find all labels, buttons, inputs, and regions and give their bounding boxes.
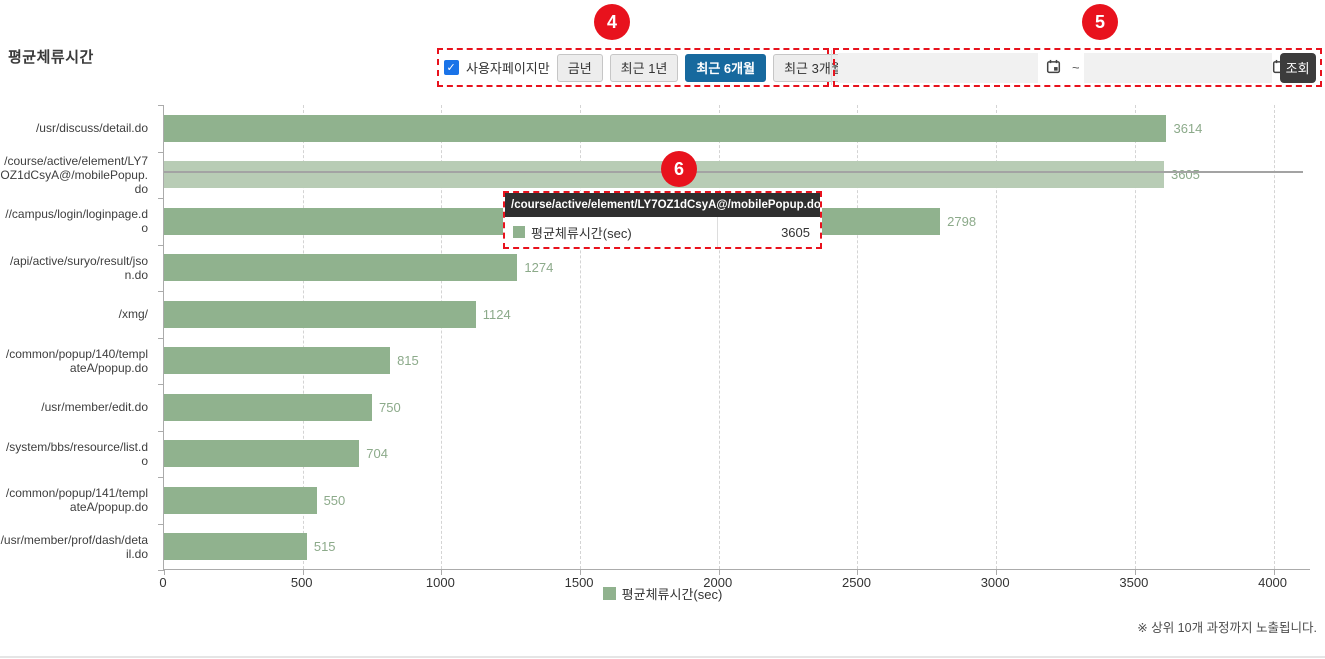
bar-value-label: 550 (324, 493, 346, 508)
tooltip-series-cell: 평균체류시간(sec) (505, 223, 717, 242)
category-label: //campus/login/loginpage.do (0, 198, 154, 245)
y-axis-tick (158, 105, 164, 106)
bottom-divider (0, 656, 1325, 658)
dwell-time-dashboard: 평균체류시간 사용자페이지만 금년 최근 1년 최근 6개월 최근 3개월 (0, 0, 1325, 659)
page-title: 평균체류시간 (8, 46, 94, 67)
tooltip-body: 평균체류시간(sec) 3605 (505, 217, 820, 247)
bar-7[interactable] (164, 440, 359, 467)
bar-value-label: 1124 (483, 307, 511, 322)
bar-value-label: 515 (314, 539, 336, 554)
category-label: /api/active/suryo/result/json.do (0, 245, 154, 292)
start-date-input[interactable] (838, 53, 1038, 83)
category-label: /course/active/element/LY7OZ1dCsyA@/mobi… (0, 152, 154, 199)
bar-4[interactable] (164, 301, 476, 328)
y-axis-tick (158, 338, 164, 339)
bar-6[interactable] (164, 394, 372, 421)
search-button[interactable]: 조회 (1280, 53, 1316, 83)
annotation-badge-5: 5 (1082, 4, 1118, 40)
y-axis-tick (158, 152, 164, 153)
category-label: /system/bbs/resource/list.do (0, 431, 154, 478)
y-axis-tick (158, 291, 164, 292)
bar-8[interactable] (164, 487, 317, 514)
end-date-input[interactable] (1084, 53, 1272, 83)
filter-button-last-1-year[interactable]: 최근 1년 (610, 54, 679, 82)
crosshair-line (164, 171, 1303, 173)
tooltip-title: /course/active/element/LY7OZ1dCsyA@/mobi… (505, 193, 820, 217)
toolbar-divider (831, 50, 832, 85)
start-date-calendar-button[interactable] (1038, 53, 1068, 83)
bar-value-label: 3605 (1171, 167, 1200, 182)
filter-button-last-6-months[interactable]: 최근 6개월 (685, 54, 766, 82)
bar-value-label: 750 (379, 400, 401, 415)
calendar-icon (1046, 59, 1061, 77)
y-axis-tick (158, 431, 164, 432)
category-label: /xmg/ (0, 291, 154, 338)
date-range-separator: ~ (1072, 60, 1080, 75)
legend-swatch (603, 587, 616, 600)
y-axis-tick (158, 384, 164, 385)
annotation-badge-4: 4 (594, 4, 630, 40)
bar-3[interactable] (164, 254, 517, 281)
category-label: /usr/member/edit.do (0, 384, 154, 431)
top10-footnote: ※ 상위 10개 과정까지 노출됩니다. (1137, 617, 1317, 636)
gridline-4000 (1274, 105, 1275, 569)
user-pages-only-checkbox[interactable] (444, 60, 459, 75)
bar-value-label: 1274 (524, 260, 553, 275)
end-date-field (1084, 53, 1276, 83)
bar-value-label: 704 (366, 446, 388, 461)
bar-value-label: 815 (397, 353, 419, 368)
category-label: /usr/member/prof/dash/detail.do (0, 524, 154, 571)
y-axis-tick (158, 524, 164, 525)
chart-tooltip: /course/active/element/LY7OZ1dCsyA@/mobi… (503, 191, 822, 249)
start-date-field (838, 53, 1068, 83)
bar-0[interactable] (164, 115, 1166, 142)
bar-5[interactable] (164, 347, 390, 374)
tooltip-series-label: 평균체류시간(sec) (531, 223, 632, 242)
period-filter-group: 사용자페이지만 금년 최근 1년 최근 6개월 최근 3개월 (437, 48, 829, 87)
tooltip-series-swatch (513, 226, 525, 238)
bar-value-label: 2798 (947, 214, 976, 229)
legend-label: 평균체류시간(sec) (622, 584, 723, 603)
bar-9[interactable] (164, 533, 307, 560)
y-axis-tick (158, 198, 164, 199)
plot-area: 3614 3605 2798 1274 1124 815 750 704 550 515 (163, 105, 1310, 570)
category-label: /usr/discuss/detail.do (0, 105, 154, 152)
tooltip-value: 3605 (717, 217, 820, 247)
y-axis-tick (158, 245, 164, 246)
category-label: /common/popup/140/templateA/popup.do (0, 338, 154, 385)
y-axis-tick (158, 477, 164, 478)
category-label: /common/popup/141/templateA/popup.do (0, 477, 154, 524)
annotation-badge-6: 6 (661, 151, 697, 187)
chart-legend: 평균체류시간(sec) (0, 584, 1325, 603)
bar-value-label: 3614 (1173, 121, 1202, 136)
category-axis: /usr/discuss/detail.do/course/active/ele… (0, 105, 163, 570)
date-range-group: ~ 조회 (833, 48, 1322, 87)
user-pages-only-label: 사용자페이지만 (466, 58, 550, 77)
filter-button-this-year[interactable]: 금년 (557, 54, 603, 82)
